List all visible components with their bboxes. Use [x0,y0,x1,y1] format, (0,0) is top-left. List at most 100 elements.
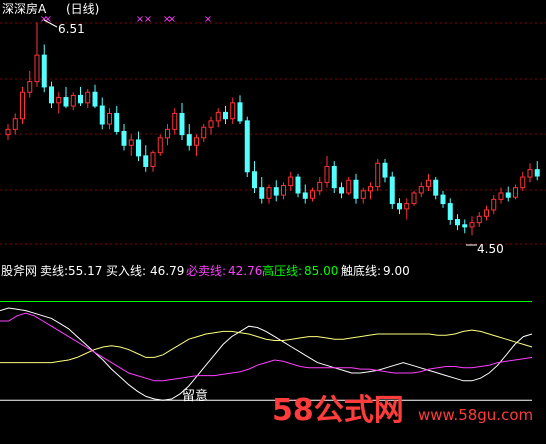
candle [49,81,54,109]
candle [491,195,497,215]
candle [20,86,25,125]
candle [375,159,381,191]
candle [331,161,337,193]
candle [157,134,163,156]
candle [34,22,40,87]
sell-marker: × [204,14,212,25]
candle [230,97,236,125]
candle [92,84,98,109]
candle [99,97,105,130]
candle [244,116,250,178]
indicator-name: 股斧网 [1,264,37,278]
legend-label: 必卖线: [186,264,226,278]
candle [41,44,47,93]
candle [288,171,294,191]
legend-value: 46.79 [150,264,184,278]
candle [527,163,533,183]
legend-value: 42.76 [228,264,262,278]
candle [433,177,439,200]
watermark-brand: 58公式网 [272,393,404,428]
candle [281,182,286,200]
candle [455,214,460,231]
candle [498,187,504,204]
low-price-label: 4.50 [477,242,504,256]
candle [505,186,511,202]
candle [63,86,69,109]
candle [114,106,120,135]
candle [317,177,323,196]
candle [469,216,475,236]
candle [143,145,149,172]
watermark-url: www.58gu.com [418,406,533,424]
legend-label: 买入线: [106,264,146,278]
candle [513,184,518,200]
sell-marker: × [168,14,176,25]
candle [520,171,526,191]
candle [128,134,134,156]
candle [223,106,228,125]
legend-value: 85.00 [304,264,338,278]
indicator-legend: 股斧网 卖线: 55.17 买入线: 46.79 必卖线: 42.76 高压线: 85.00 触… [1,263,410,278]
candle [121,124,127,151]
legend-value: 55.17 [68,264,102,278]
candle [339,182,344,199]
candle [295,173,301,198]
candle [404,198,410,220]
candle [368,182,373,200]
period-label: (日线) [66,2,99,16]
legend-label: 高压线: [262,263,302,278]
candle [302,184,308,204]
candle [476,212,482,227]
annotation-liuyi: 留意 [182,388,208,404]
candle [136,131,141,162]
candle [411,190,417,206]
candle [266,184,272,204]
candle [208,116,214,135]
indicator-series [0,301,533,401]
legend-label: 触底线: [341,263,381,278]
candle [397,198,402,215]
candle [186,124,192,151]
candle [353,173,359,204]
candle [12,113,18,135]
stock-title: 深深房A [2,1,47,16]
candle [440,190,446,208]
stock-chart: × × × ×× ×× 深深房A (日线) 6.51 4.50 股斧网 卖线: 55.17… [0,1,546,428]
candle [324,155,330,188]
candle [27,71,33,98]
candle [273,180,279,202]
watermark: 58公式网 www.58gu.com [272,393,533,428]
candle [215,108,221,128]
sell-marker: × [144,14,152,25]
legend-value: 9.00 [383,264,410,278]
candle [447,198,453,225]
candle [107,108,112,130]
candle [194,134,199,156]
candle [252,161,257,193]
candle [201,124,207,143]
indicator-line [0,307,533,401]
candle [150,150,156,172]
candle [78,86,83,107]
candle [346,177,352,196]
grid-lines [0,22,546,245]
candle [172,108,178,135]
legend-label: 卖线: [40,264,68,278]
candle [56,92,62,114]
candle [237,95,243,125]
candlestick-series [5,22,540,236]
candle [179,102,185,140]
indicator-line [0,312,533,382]
high-price-label: 6.51 [58,22,85,36]
candle [534,161,540,181]
indicator-line [0,329,533,364]
candle [418,182,424,198]
candle [259,177,265,204]
candle [165,124,170,146]
candle [5,124,11,140]
candle [70,92,76,111]
candle [85,89,91,109]
candle [484,205,489,221]
candle [382,159,388,183]
candle [426,173,431,191]
